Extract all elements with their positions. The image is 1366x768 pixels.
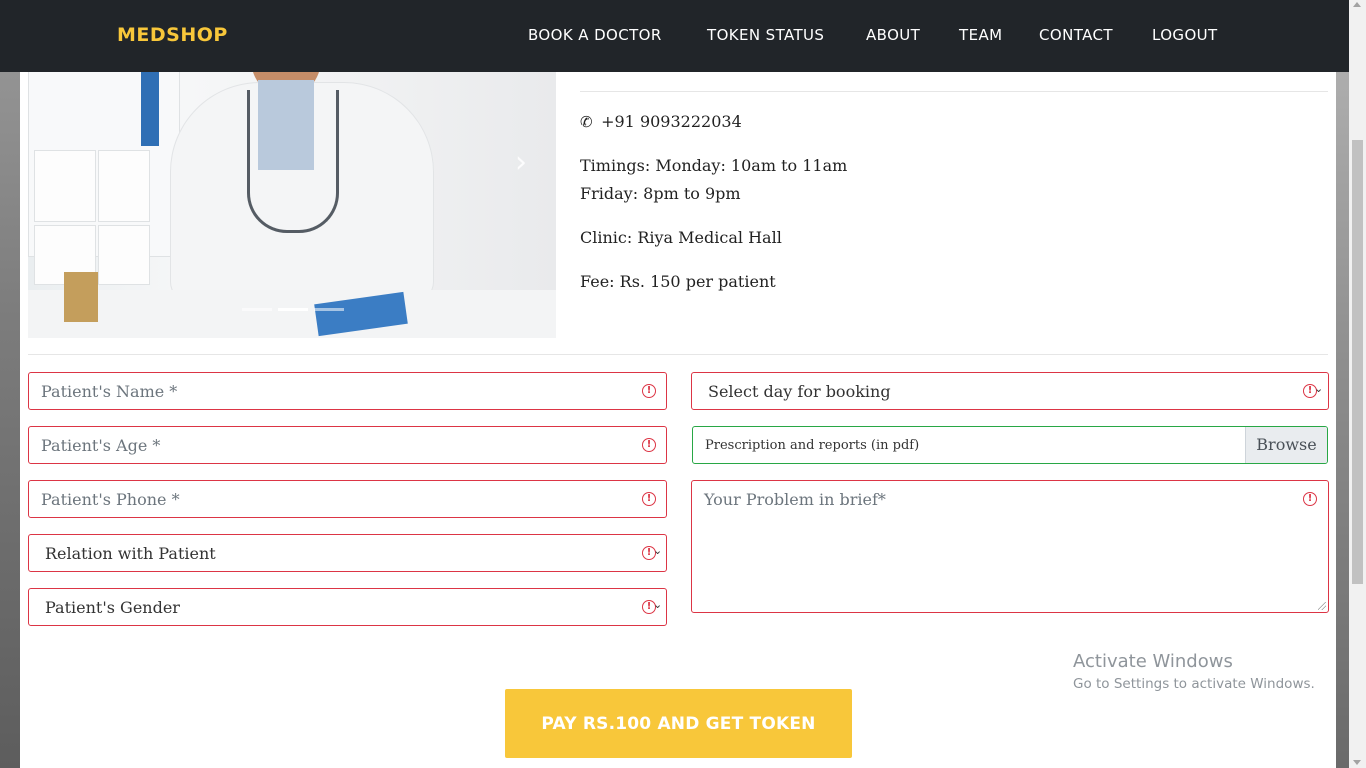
relation-select[interactable]: Relation with Patient ! ⌄ bbox=[28, 534, 667, 572]
shelf-box bbox=[98, 225, 150, 285]
patient-phone-input[interactable]: Patient's Phone * ! bbox=[28, 480, 667, 518]
blue-binder bbox=[141, 68, 159, 146]
invalid-alert-icon: ! bbox=[642, 438, 656, 452]
pay-and-get-token-button[interactable]: PAY RS.100 AND GET TOKEN bbox=[505, 689, 852, 758]
chevron-down-icon: ⌄ bbox=[653, 544, 663, 557]
page-background-left bbox=[0, 0, 20, 768]
invalid-alert-icon: ! bbox=[642, 384, 656, 398]
shelf-box bbox=[34, 150, 96, 222]
doctor-timings-line1: Timings: Monday: 10am to 11am bbox=[580, 156, 848, 175]
chevron-down-icon: ⌄ bbox=[653, 598, 663, 611]
doctor-photo-carousel: › bbox=[28, 40, 556, 338]
divider bbox=[28, 354, 1328, 355]
nav-book-a-doctor[interactable]: BOOK A DOCTOR bbox=[528, 26, 662, 44]
prescription-file-input[interactable]: Prescription and reports (in pdf) Browse bbox=[692, 426, 1328, 464]
nav-contact[interactable]: CONTACT bbox=[1039, 26, 1113, 44]
doctor-phone-value: +91 9093222034 bbox=[601, 112, 742, 131]
page-background-right bbox=[1336, 0, 1349, 768]
nav-logout[interactable]: LOGOUT bbox=[1152, 26, 1218, 44]
nav-about[interactable]: ABOUT bbox=[866, 26, 920, 44]
carousel-next-chevron-icon[interactable]: › bbox=[506, 145, 536, 181]
nav-team[interactable]: TEAM bbox=[959, 26, 1002, 44]
activate-windows-title: Activate Windows bbox=[1073, 651, 1233, 672]
chevron-down-icon: ⌄ bbox=[1314, 382, 1324, 395]
stethoscope bbox=[247, 90, 339, 233]
booking-day-select-value: Select day for booking bbox=[708, 382, 891, 401]
relation-select-value: Relation with Patient bbox=[45, 544, 216, 563]
problem-textarea[interactable]: Your Problem in brief* ! bbox=[691, 480, 1329, 613]
pencil-cup bbox=[64, 272, 98, 322]
doctor-clinic: Clinic: Riya Medical Hall bbox=[580, 228, 782, 247]
vertical-scrollbar[interactable] bbox=[1349, 0, 1366, 768]
brand-logo[interactable]: MEDSHOP bbox=[117, 24, 228, 46]
patient-name-input[interactable]: Patient's Name * ! bbox=[28, 372, 667, 410]
doctor-timings-line2: Friday: 8pm to 9pm bbox=[580, 184, 741, 203]
activate-windows-subtitle: Go to Settings to activate Windows. bbox=[1073, 676, 1315, 692]
top-navbar: MEDSHOP BOOK A DOCTOR TOKEN STATUS ABOUT… bbox=[0, 0, 1349, 72]
booking-day-select[interactable]: Select day for booking ! ⌄ bbox=[691, 372, 1329, 410]
carousel-indicator[interactable] bbox=[242, 308, 272, 311]
invalid-alert-icon: ! bbox=[642, 492, 656, 506]
invalid-alert-icon: ! bbox=[1303, 492, 1317, 506]
problem-placeholder: Your Problem in brief* bbox=[704, 490, 886, 509]
scroll-thumb[interactable] bbox=[1352, 140, 1363, 584]
carousel-indicator[interactable] bbox=[314, 308, 344, 311]
patient-age-input[interactable]: Patient's Age * ! bbox=[28, 426, 667, 464]
file-input-label: Prescription and reports (in pdf) bbox=[705, 438, 920, 453]
nav-token-status[interactable]: TOKEN STATUS bbox=[707, 26, 824, 44]
patient-phone-placeholder: Patient's Phone * bbox=[41, 490, 180, 509]
carousel-indicators bbox=[242, 308, 344, 311]
gender-select[interactable]: Patient's Gender ! ⌄ bbox=[28, 588, 667, 626]
doctor-fee: Fee: Rs. 150 per patient bbox=[580, 272, 776, 291]
patient-name-placeholder: Patient's Name * bbox=[41, 382, 178, 401]
desk bbox=[28, 290, 556, 338]
shelf-box bbox=[98, 150, 150, 222]
phone-icon: ✆ bbox=[580, 113, 593, 131]
gender-select-value: Patient's Gender bbox=[45, 598, 180, 617]
resize-grip-icon[interactable] bbox=[1318, 602, 1326, 610]
scroll-down-arrow-icon[interactable] bbox=[1353, 760, 1361, 765]
scroll-up-arrow-icon[interactable] bbox=[1353, 2, 1361, 7]
browse-button[interactable]: Browse bbox=[1245, 427, 1327, 463]
carousel-indicator-active[interactable] bbox=[278, 308, 308, 311]
patient-age-placeholder: Patient's Age * bbox=[41, 436, 161, 455]
doctor-phone: ✆ +91 9093222034 bbox=[580, 112, 742, 131]
divider bbox=[580, 91, 1328, 92]
